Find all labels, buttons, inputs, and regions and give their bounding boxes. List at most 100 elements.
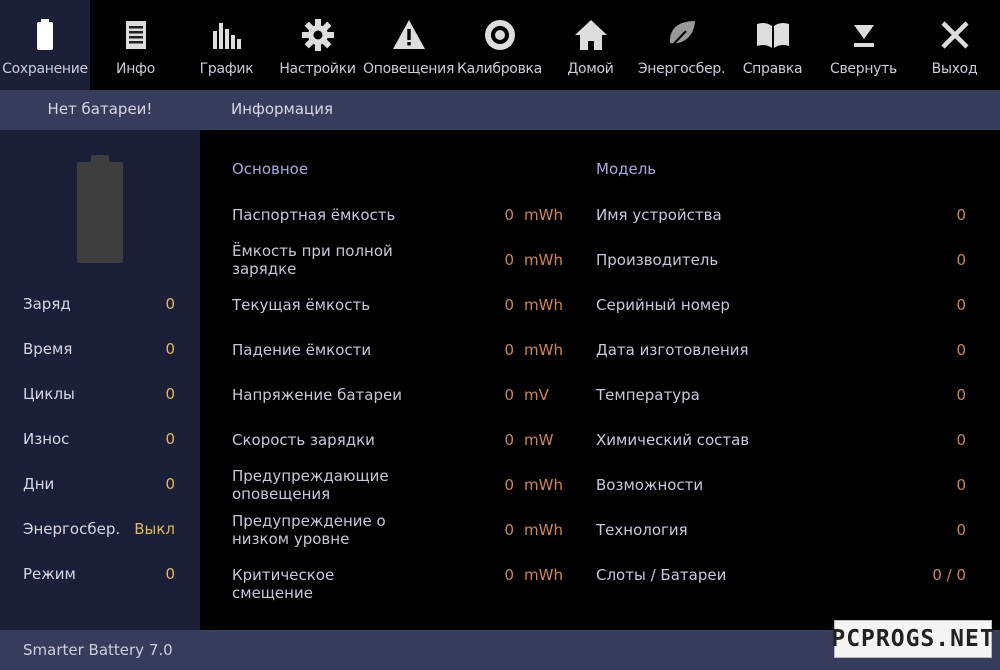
battery-status-title: Нет батареи! [47,100,153,118]
stat-value: 0 [165,340,175,358]
basic-unit: mWh [524,206,563,224]
basic-value: 0 [504,476,514,494]
basic-row: Ёмкость при полной зарядке 0 mWh [200,242,580,278]
stat-value: 0 [165,565,175,583]
basic-label: Текущая ёмкость [232,296,371,314]
toolbar-label: Выход [931,61,978,77]
stat-label: Режим [23,565,76,583]
bar-chart-icon [209,17,245,53]
stat-label: Дни [23,475,55,493]
basic-label: Критическое смещение [232,566,335,602]
basic-value: 0 [504,566,514,584]
stat-row-powersave: Энергосбер. Выкл [0,520,200,544]
basic-label: Паспортная ёмкость [232,206,396,224]
warning-icon [391,17,427,53]
model-value: 0 [956,431,966,449]
model-label: Слоты / Батареи [596,566,727,584]
toolbar-label: Калибровка [457,61,542,77]
basic-label: Падение ёмкости [232,341,372,359]
toolbar-powersave-button[interactable]: Энергосбер. [636,0,727,90]
basic-heading: Основное [232,160,309,178]
stat-row-wear: Износ 0 [0,430,200,454]
basic-label: Напряжение батареи [232,386,402,404]
basic-row: Предупреждающие оповещения 0 mWh [200,467,580,503]
app-version: Smarter Battery 7.0 [23,641,173,659]
toolbar-label: Домой [567,61,614,77]
basic-unit: mWh [524,476,563,494]
basic-row: Скорость зарядки 0 mW [200,422,580,458]
stat-label: Заряд [23,295,71,313]
basic-unit: mW [524,431,554,449]
model-row: Слоты / Батареи 0 / 0 [596,566,970,586]
close-icon [937,17,973,53]
model-label: Производитель [596,251,719,269]
model-value: 0 [956,386,966,404]
toolbar-home-button[interactable]: Домой [545,0,636,90]
model-label: Химический состав [596,431,750,449]
toolbar-label: Справка [742,61,803,77]
toolbar-info-button[interactable]: Инфо [90,0,181,90]
book-icon [755,17,791,53]
basic-value: 0 [504,431,514,449]
basic-row: Падение ёмкости 0 mWh [200,332,580,368]
leaf-icon [664,17,700,53]
toolbar: Сохранение Инфо График Настройки Оповеще… [0,0,1000,90]
left-panel: Заряд 0 Время 0 Циклы 0 Износ 0 Дни 0 Энергос… [0,130,200,630]
model-label: Технология [596,521,688,539]
basic-value: 0 [504,386,514,404]
stat-row-mode: Режим 0 [0,565,200,589]
stat-value: 0 [165,430,175,448]
toolbar-help-button[interactable]: Справка [727,0,818,90]
model-heading: Модель [596,160,657,178]
toolbar-label: Настройки [279,61,356,77]
stat-label: Время [23,340,73,358]
basic-unit: mWh [524,251,563,269]
stat-value: 0 [165,295,175,313]
model-value: 0 / 0 [932,566,966,584]
basic-value: 0 [504,296,514,314]
basic-unit: mV [524,386,549,404]
stat-label: Энергосбер. [23,520,121,538]
toolbar-calibration-button[interactable]: Калибровка [454,0,545,90]
target-icon [482,17,518,53]
model-label: Имя устройства [596,206,722,224]
model-value: 0 [956,251,966,269]
toolbar-settings-button[interactable]: Настройки [272,0,363,90]
document-icon [118,17,154,53]
watermark: PCPROGS.NET [831,620,994,658]
info-panel: Основное Модель Паспортная ёмкость 0 mWh Ём… [200,130,1000,630]
model-row: Производитель 0 [596,251,970,271]
model-row: Химический состав 0 [596,431,970,451]
stat-row-charge: Заряд 0 [0,295,200,319]
basic-value: 0 [504,521,514,539]
toolbar-label: Оповещения [363,61,455,77]
home-icon [573,17,609,53]
basic-row: Напряжение батареи 0 mV [200,377,580,413]
minimize-icon [846,17,882,53]
model-value: 0 [956,296,966,314]
info-title: Информация [231,100,334,118]
model-value: 0 [956,206,966,224]
stat-row-time: Время 0 [0,340,200,364]
stat-value: 0 [165,475,175,493]
stat-row-cycles: Циклы 0 [0,385,200,409]
toolbar-alerts-button[interactable]: Оповещения [363,0,454,90]
stat-label: Циклы [23,385,75,403]
toolbar-label: Сохранение [2,61,88,77]
toolbar-exit-button[interactable]: Выход [909,0,1000,90]
model-label: Возможности [596,476,704,494]
model-row: Технология 0 [596,521,970,541]
basic-row: Предупреждение о низком уровне 0 mWh [200,512,580,548]
basic-value: 0 [504,341,514,359]
basic-label: Ёмкость при полной зарядке [232,242,393,278]
basic-row: Паспортная ёмкость 0 mWh [200,197,580,233]
toolbar-save-button[interactable]: Сохранение [0,0,90,90]
model-label: Серийный номер [596,296,730,314]
toolbar-graph-button[interactable]: График [181,0,272,90]
model-row: Возможности 0 [596,476,970,496]
model-label: Температура [596,386,700,404]
battery-indicator [77,155,123,263]
model-value: 0 [956,341,966,359]
toolbar-minimize-button[interactable]: Свернуть [818,0,909,90]
basic-unit: mWh [524,296,563,314]
